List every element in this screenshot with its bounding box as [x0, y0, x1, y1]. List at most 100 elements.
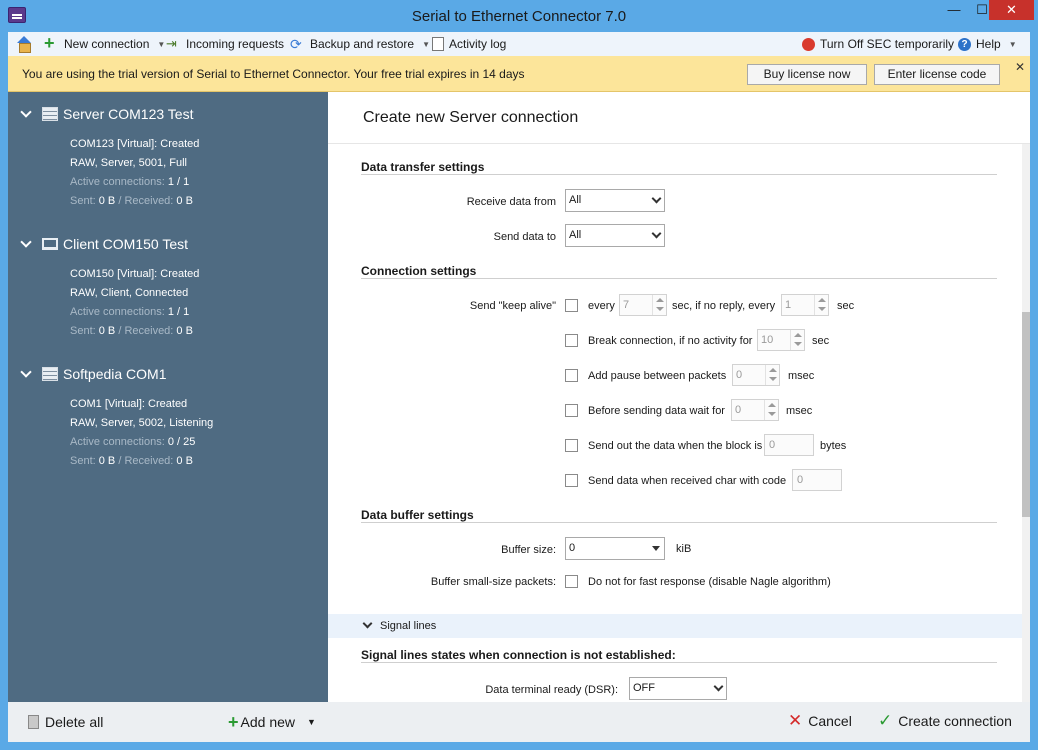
- received-value: 0 B: [176, 195, 193, 207]
- chevron-down-icon[interactable]: ▼: [157, 40, 165, 49]
- active-value: 1 / 1: [167, 176, 190, 188]
- main-toolbar: + New connection ▼ ⇥ Incoming requests ⟳…: [8, 32, 1030, 56]
- scrollbar-thumb[interactable]: [1022, 312, 1030, 517]
- signal-lines-toggle[interactable]: Signal lines: [328, 614, 1030, 638]
- send-data-select[interactable]: All: [565, 224, 665, 247]
- break-unit-label: sec: [812, 335, 830, 347]
- new-connection-button[interactable]: + New connection ▼: [44, 34, 165, 53]
- block-size-field[interactable]: 0: [764, 434, 814, 456]
- add-new-button[interactable]: + Add new ▼: [228, 712, 316, 732]
- activity-log-label: Activity log: [449, 37, 507, 51]
- pause-packets-stepper[interactable]: 0: [732, 364, 780, 386]
- stepper-arrows-icon[interactable]: [764, 400, 778, 420]
- stepper-arrows-icon[interactable]: [814, 295, 828, 315]
- break-connection-checkbox[interactable]: [565, 334, 578, 347]
- dtr-label: Data terminal ready (DSR):: [485, 684, 618, 696]
- connection-mode: RAW, Server, 5001, Full: [70, 157, 187, 169]
- break-timeout-stepper[interactable]: 10: [757, 329, 805, 351]
- minimize-button[interactable]: —: [940, 0, 968, 20]
- help-button[interactable]: ? Help ▼: [958, 35, 1017, 53]
- turn-off-sec-label: Turn Off SEC temporarily: [820, 37, 955, 51]
- wait-before-send-checkbox[interactable]: [565, 404, 578, 417]
- form-scroll-area: Data transfer settings Receive data from…: [328, 144, 1030, 702]
- char-code-checkbox[interactable]: [565, 474, 578, 487]
- buy-license-button[interactable]: Buy license now: [747, 64, 867, 85]
- close-window-button[interactable]: ✕: [989, 0, 1034, 20]
- chevron-down-icon[interactable]: [20, 236, 32, 248]
- chevron-down-icon: [362, 618, 373, 629]
- received-value: 0 B: [176, 325, 193, 337]
- connection-traffic: Sent: 0 B / Received: 0 B: [70, 455, 193, 467]
- create-connection-button[interactable]: ✓ Create connection: [878, 711, 1012, 730]
- wait-before-send-stepper[interactable]: 0: [731, 399, 779, 421]
- pause-unit-label: msec: [788, 370, 815, 382]
- chevron-down-icon[interactable]: ▼: [1009, 40, 1017, 49]
- active-label: Active connections:: [70, 176, 165, 188]
- delete-all-label: Delete all: [45, 714, 104, 730]
- connection-port-status: COM1 [Virtual]: Created: [70, 398, 188, 410]
- buffer-size-select[interactable]: 0: [565, 537, 665, 560]
- sent-value: 0 B: [98, 325, 116, 337]
- connection-name: Softpedia COM1: [63, 366, 167, 382]
- buffer-small-label: Buffer small-size packets:: [430, 576, 556, 588]
- connection-traffic: Sent: 0 B / Received: 0 B: [70, 195, 193, 207]
- connection-active: Active connections: 1 / 1: [70, 306, 189, 318]
- section-data-buffer: Data buffer settings: [361, 508, 474, 522]
- block-unit-label: bytes: [820, 440, 847, 452]
- dtr-select[interactable]: OFF: [629, 677, 727, 700]
- char-code-field[interactable]: 0: [792, 469, 842, 491]
- keep-alive-interval-stepper[interactable]: 7: [619, 294, 667, 316]
- delete-all-button[interactable]: Delete all: [28, 714, 103, 730]
- nagle-checkbox[interactable]: [565, 575, 578, 588]
- server-icon: [42, 107, 58, 121]
- keep-alive-checkbox[interactable]: [565, 299, 578, 312]
- send-data-value: All: [569, 229, 582, 241]
- dtr-value: OFF: [633, 682, 655, 694]
- check-icon: ✓: [878, 711, 893, 730]
- break-timeout-value: 10: [761, 334, 774, 346]
- server-icon: [42, 367, 58, 381]
- close-banner-icon[interactable]: ✕: [1015, 60, 1025, 74]
- home-button[interactable]: [16, 35, 36, 53]
- reply-interval-stepper[interactable]: 1: [781, 294, 829, 316]
- stepper-arrows-icon[interactable]: [790, 330, 804, 350]
- chevron-down-icon[interactable]: [20, 106, 32, 118]
- connection-header[interactable]: Server COM123 Test: [20, 104, 193, 124]
- sent-label: Sent:: [70, 195, 96, 207]
- wait-unit-label: msec: [786, 405, 813, 417]
- stepper-arrows-icon[interactable]: [652, 295, 666, 315]
- stepper-arrows-icon[interactable]: [765, 365, 779, 385]
- signal-lines-label: Signal lines: [380, 620, 437, 632]
- receive-data-select[interactable]: All: [565, 189, 665, 212]
- connection-header[interactable]: Softpedia COM1: [20, 364, 167, 384]
- cancel-button[interactable]: ✕ Cancel: [788, 711, 852, 730]
- enter-license-button[interactable]: Enter license code: [874, 64, 1000, 85]
- pause-packets-label: Add pause between packets: [588, 370, 727, 382]
- block-size-checkbox[interactable]: [565, 439, 578, 452]
- sent-label: Sent:: [70, 325, 96, 337]
- wait-before-send-label: Before sending data wait for: [588, 405, 725, 417]
- chevron-down-icon[interactable]: [20, 366, 32, 378]
- divider: [361, 278, 997, 279]
- break-connection-label: Break connection, if no activity for: [588, 335, 753, 347]
- plus-icon: +: [228, 712, 239, 732]
- connection-header[interactable]: Client COM150 Test: [20, 234, 188, 254]
- pause-packets-checkbox[interactable]: [565, 369, 578, 382]
- turn-off-sec-button[interactable]: Turn Off SEC temporarily: [802, 35, 954, 53]
- form-scrollbar[interactable]: [1022, 144, 1030, 702]
- received-label: / Received:: [118, 325, 174, 337]
- chevron-down-icon[interactable]: ▼: [307, 717, 316, 727]
- incoming-requests-label: Incoming requests: [186, 37, 285, 51]
- close-icon: ✕: [788, 711, 803, 730]
- section-signal-lines: Signal lines states when connection is n…: [361, 648, 676, 662]
- chevron-down-icon[interactable]: ▼: [422, 40, 430, 49]
- connection-port-status: COM150 [Virtual]: Created: [70, 268, 200, 280]
- incoming-requests-button[interactable]: ⇥ Incoming requests: [166, 35, 284, 53]
- backup-restore-button[interactable]: ⟳ Backup and restore ▼: [290, 35, 430, 53]
- activity-log-button[interactable]: Activity log: [432, 35, 506, 53]
- help-label: Help: [976, 37, 1001, 51]
- cancel-label: Cancel: [808, 713, 852, 729]
- connection-traffic: Sent: 0 B / Received: 0 B: [70, 325, 193, 337]
- pause-packets-value: 0: [736, 369, 743, 381]
- receive-data-label: Receive data from: [466, 196, 556, 208]
